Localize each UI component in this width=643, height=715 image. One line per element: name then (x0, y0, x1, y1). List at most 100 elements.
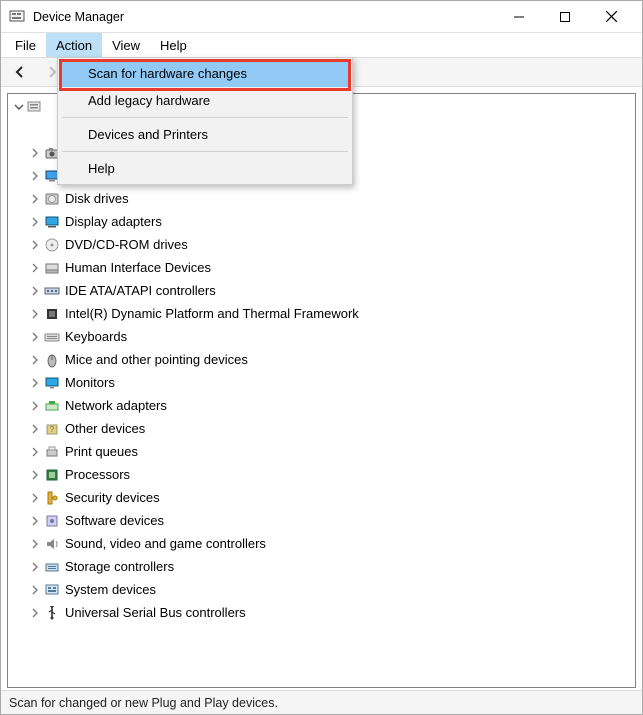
tree-node[interactable]: ? Other devices (8, 417, 635, 440)
expander-icon[interactable] (28, 330, 42, 344)
printer-icon (43, 443, 61, 461)
tree-node-label: Monitors (65, 375, 115, 390)
tree-node[interactable]: Human Interface Devices (8, 256, 635, 279)
close-button[interactable] (588, 2, 634, 32)
expander-icon[interactable] (28, 399, 42, 413)
tree-node-label: IDE ATA/ATAPI controllers (65, 283, 216, 298)
tree-node-label: Network adapters (65, 398, 167, 413)
tree-node-label: Universal Serial Bus controllers (65, 605, 246, 620)
expander-icon[interactable] (28, 445, 42, 459)
status-text: Scan for changed or new Plug and Play de… (9, 696, 278, 710)
expander-icon[interactable] (28, 491, 42, 505)
menu-item-help[interactable]: Help (60, 155, 350, 182)
keyboard-icon (43, 328, 61, 346)
tree-node-label: Print queues (65, 444, 138, 459)
tree-node[interactable]: Mice and other pointing devices (8, 348, 635, 371)
tree-node[interactable]: Storage controllers (8, 555, 635, 578)
menu-item-devices-printers[interactable]: Devices and Printers (60, 121, 350, 148)
minimize-button[interactable] (496, 2, 542, 32)
menu-item-scan-hardware[interactable]: Scan for hardware changes (60, 60, 350, 87)
menu-bar: File Action View Help (1, 33, 642, 57)
tree-node-label: Software devices (65, 513, 164, 528)
tree-node[interactable]: Keyboards (8, 325, 635, 348)
expander-icon[interactable] (28, 169, 42, 183)
usb-icon (43, 604, 61, 622)
mouse-icon (43, 351, 61, 369)
tree-node-label: Security devices (65, 490, 160, 505)
tree-node[interactable]: Intel(R) Dynamic Platform and Thermal Fr… (8, 302, 635, 325)
tree-node[interactable]: Universal Serial Bus controllers (8, 601, 635, 624)
window-controls (496, 2, 634, 32)
tree-node[interactable]: Monitors (8, 371, 635, 394)
expander-icon[interactable] (28, 353, 42, 367)
hid-icon (43, 259, 61, 277)
system-icon (43, 581, 61, 599)
tree-node[interactable]: System devices (8, 578, 635, 601)
expander-icon[interactable] (12, 100, 26, 114)
menu-view[interactable]: View (102, 33, 150, 57)
tree-node-label: Display adapters (65, 214, 162, 229)
expander-icon[interactable] (28, 238, 42, 252)
tree-node[interactable]: Disk drives (8, 187, 635, 210)
menu-separator (62, 151, 348, 152)
optical-disc-icon (43, 236, 61, 254)
software-device-icon (43, 512, 61, 530)
disk-icon (43, 190, 61, 208)
tree-node-label: Processors (65, 467, 130, 482)
expander-icon[interactable] (28, 261, 42, 275)
tree-node[interactable]: DVD/CD-ROM drives (8, 233, 635, 256)
app-icon (9, 9, 25, 25)
expander-icon[interactable] (28, 284, 42, 298)
title-bar: Device Manager (1, 1, 642, 33)
menu-item-add-legacy[interactable]: Add legacy hardware (60, 87, 350, 114)
tree-node[interactable]: IDE ATA/ATAPI controllers (8, 279, 635, 302)
status-bar: Scan for changed or new Plug and Play de… (1, 690, 642, 714)
tree-node-label: System devices (65, 582, 156, 597)
monitor-icon (43, 374, 61, 392)
tree-node-label: Disk drives (65, 191, 129, 206)
tree-node[interactable]: Security devices (8, 486, 635, 509)
expander-icon[interactable] (28, 514, 42, 528)
tree-node-label: Sound, video and game controllers (65, 536, 266, 551)
tree-node[interactable]: Display adapters (8, 210, 635, 233)
expander-icon[interactable] (28, 215, 42, 229)
expander-icon[interactable] (28, 583, 42, 597)
tree-node[interactable]: Network adapters (8, 394, 635, 417)
expander-icon[interactable] (28, 307, 42, 321)
expander-icon[interactable] (28, 192, 42, 206)
window-title: Device Manager (33, 10, 496, 24)
display-adapter-icon (43, 213, 61, 231)
security-icon (43, 489, 61, 507)
tree-node-label: Other devices (65, 421, 145, 436)
back-button[interactable] (7, 60, 33, 84)
expander-icon[interactable] (28, 560, 42, 574)
storage-icon (43, 558, 61, 576)
tree-node-label: Intel(R) Dynamic Platform and Thermal Fr… (65, 306, 359, 321)
network-icon (43, 397, 61, 415)
tree-node-label: Mice and other pointing devices (65, 352, 248, 367)
tree-node[interactable]: Processors (8, 463, 635, 486)
expander-icon[interactable] (28, 606, 42, 620)
sound-icon (43, 535, 61, 553)
ide-icon (43, 282, 61, 300)
tree-node-label: Human Interface Devices (65, 260, 211, 275)
cpu-icon (43, 466, 61, 484)
menu-file[interactable]: File (5, 33, 46, 57)
expander-icon[interactable] (28, 376, 42, 390)
tree-node-label: Storage controllers (65, 559, 174, 574)
expander-icon[interactable] (28, 422, 42, 436)
maximize-button[interactable] (542, 2, 588, 32)
tree-node[interactable]: Software devices (8, 509, 635, 532)
tree-node-label: Keyboards (65, 329, 127, 344)
menu-separator (62, 117, 348, 118)
menu-action[interactable]: Action (46, 33, 102, 57)
expander-icon[interactable] (28, 537, 42, 551)
menu-help[interactable]: Help (150, 33, 197, 57)
chip-icon (43, 305, 61, 323)
svg-text:?: ? (50, 425, 55, 434)
tree-node[interactable]: Print queues (8, 440, 635, 463)
expander-icon[interactable] (28, 468, 42, 482)
action-dropdown-menu: Scan for hardware changes Add legacy har… (57, 57, 353, 185)
expander-icon[interactable] (28, 146, 42, 160)
tree-node[interactable]: Sound, video and game controllers (8, 532, 635, 555)
